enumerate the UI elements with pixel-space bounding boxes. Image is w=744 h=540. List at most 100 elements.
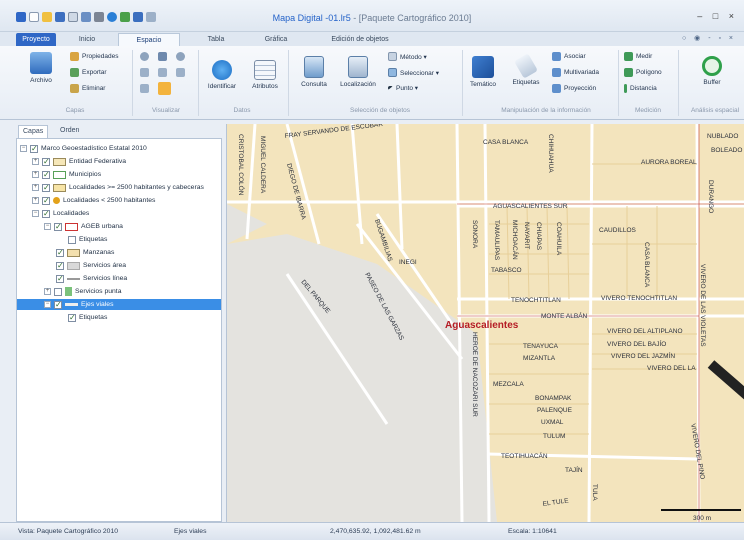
consulta-button[interactable]: Consulta: [293, 56, 335, 88]
map-svg[interactable]: FRAY SERVANDO DE ESCOBAR CASA BLANCA AUR…: [227, 124, 744, 522]
expand-icon[interactable]: +: [44, 288, 51, 295]
tab-espacio[interactable]: Espacio: [118, 33, 180, 46]
tab-orden[interactable]: Orden: [56, 125, 83, 138]
help-options[interactable]: ○ ◉ - ▫ ×: [682, 34, 736, 42]
tree-node-municipios[interactable]: + Municipios: [32, 169, 101, 180]
zoom-in-button[interactable]: [140, 52, 149, 61]
layer-checkbox[interactable]: [54, 287, 62, 296]
location-map-icon: [348, 56, 368, 78]
layer-checkbox[interactable]: [42, 182, 50, 193]
tab-edicion-objetos[interactable]: Edición de objetos: [322, 33, 398, 46]
refresh-button[interactable]: [176, 68, 185, 77]
atributos-button[interactable]: Atributos: [246, 60, 284, 90]
consulta-label: Consulta: [301, 81, 327, 88]
tab-capas[interactable]: Capas: [18, 125, 49, 138]
street-label: SONORA: [471, 220, 478, 249]
zoom-out-button[interactable]: [176, 52, 185, 61]
table-icon: [254, 60, 276, 80]
tab-inicio[interactable]: Inicio: [70, 33, 104, 46]
tree-node-ejes-etiquetas[interactable]: Etiquetas: [68, 312, 107, 323]
layer-checkbox[interactable]: [68, 235, 76, 244]
street-label: VIVERO DEL JAZMÍN: [611, 351, 675, 360]
street-label: VIVERO TENOCHTITLAN: [601, 295, 677, 302]
street-label: VIVERO DE LAS VIOLETAS: [699, 264, 706, 347]
expand-icon[interactable]: +: [32, 171, 39, 178]
layer-checkbox[interactable]: [56, 260, 64, 271]
archivo-button[interactable]: Archivo: [24, 52, 58, 84]
tree-node-ageb[interactable]: − AGEB urbana: [44, 221, 123, 232]
tree-node-localidades-menor[interactable]: + Localidades < 2500 habitantes: [32, 195, 155, 206]
tematico-label: Temático: [469, 81, 496, 88]
buffer-button[interactable]: Buffer: [690, 56, 734, 86]
layer-checkbox[interactable]: [68, 312, 76, 323]
collapse-icon[interactable]: −: [44, 223, 51, 230]
layer-checkbox[interactable]: [56, 247, 64, 258]
tree-node-ageb-etiquetas[interactable]: Etiquetas: [68, 234, 107, 245]
tab-proyecto[interactable]: Proyecto: [16, 33, 56, 46]
tab-grafica[interactable]: Gráfica: [254, 33, 298, 46]
layer-checkbox[interactable]: [30, 143, 38, 154]
collapse-icon[interactable]: −: [44, 301, 51, 308]
map-canvas[interactable]: FRAY SERVANDO DE ESCOBAR CASA BLANCA AUR…: [226, 124, 744, 522]
expand-icon[interactable]: +: [32, 184, 39, 191]
distancia-button[interactable]: Distancia: [624, 84, 657, 93]
seleccionar-dropdown[interactable]: Seleccionar ▾: [388, 68, 439, 77]
polygon-swatch-icon: [53, 157, 66, 166]
proyeccion-button[interactable]: Proyección: [552, 84, 596, 93]
street-label: NUBLADO: [707, 133, 738, 140]
tree-node-servicios-area[interactable]: Servicios área: [56, 260, 126, 271]
layer-checkbox[interactable]: [42, 208, 50, 219]
asociar-button[interactable]: Asociar: [552, 52, 586, 61]
multivariada-button[interactable]: Multivariada: [552, 68, 599, 77]
layer-checkbox[interactable]: [42, 195, 50, 206]
etiquetas-button[interactable]: Etiquetas: [506, 53, 546, 86]
metodo-dropdown[interactable]: Método ▾: [388, 52, 427, 61]
tree-node-manzanas[interactable]: Manzanas: [56, 247, 114, 258]
highlight-button[interactable]: [158, 82, 171, 95]
distance-icon: [624, 84, 627, 93]
street-label: FRAY SERVANDO DE ESCOBAR: [284, 124, 383, 140]
expand-icon[interactable]: +: [32, 197, 39, 204]
tree-node-localidades-mayor[interactable]: + Localidades >= 2500 habitantes y cabec…: [32, 182, 204, 193]
tree-node-ejes-viales[interactable]: − Ejes viales: [17, 299, 221, 310]
select-zoom-button[interactable]: [140, 84, 149, 93]
tab-tabla[interactable]: Tabla: [196, 33, 236, 46]
layer-checkbox[interactable]: [42, 156, 50, 167]
tree-node-label: Municipios: [69, 171, 102, 178]
exportar-button[interactable]: Exportar: [70, 68, 107, 77]
localizacion-button[interactable]: Localización: [336, 56, 380, 88]
layer-checkbox[interactable]: [54, 221, 62, 232]
polygon-swatch-icon: [53, 170, 66, 179]
tree-node-servicios-punto[interactable]: + Servicios punta: [44, 286, 121, 297]
distancia-label: Distancia: [630, 85, 657, 92]
tree-node-servicios-linea[interactable]: Servicios línea: [56, 273, 127, 284]
layer-checkbox[interactable]: [56, 273, 64, 284]
layer-checkbox[interactable]: [54, 299, 62, 310]
cursor-icon: [388, 86, 393, 90]
tematico-button[interactable]: Temático: [465, 56, 501, 88]
tree-node-localidades[interactable]: − Localidades: [32, 208, 89, 219]
associate-icon: [552, 52, 561, 61]
medir-button[interactable]: Medir: [624, 52, 652, 61]
propiedades-button[interactable]: Propiedades: [70, 52, 119, 61]
tree-node-marco[interactable]: − Marco Geoestadístico Estatal 2010: [20, 143, 147, 154]
group-label-datos: Datos: [233, 107, 251, 114]
zoom-layer-button[interactable]: [158, 68, 167, 77]
punto-label: Punto ▾: [396, 85, 419, 92]
group-label-analisis: Análisis espacial: [690, 107, 740, 114]
expand-icon[interactable]: +: [32, 158, 39, 165]
multivariada-label: Multivariada: [564, 69, 600, 76]
layer-checkbox[interactable]: [42, 169, 50, 180]
collapse-icon[interactable]: −: [32, 210, 39, 217]
collapse-icon[interactable]: −: [20, 145, 27, 152]
zoom-extent-button[interactable]: [140, 68, 149, 77]
poligono-button[interactable]: Polígono: [624, 68, 662, 77]
eliminar-button[interactable]: Eliminar: [70, 84, 105, 93]
tree-node-entidad[interactable]: + Entidad Federativa: [32, 156, 126, 167]
window-controls[interactable]: – □ ×: [697, 11, 738, 21]
select-zoom-icon: [140, 84, 149, 93]
punto-dropdown[interactable]: Punto ▾: [388, 84, 418, 92]
street-label: TEOTIHUACÁN: [501, 451, 548, 460]
pan-button[interactable]: [158, 52, 167, 61]
identificar-button[interactable]: Identificar: [202, 60, 242, 90]
